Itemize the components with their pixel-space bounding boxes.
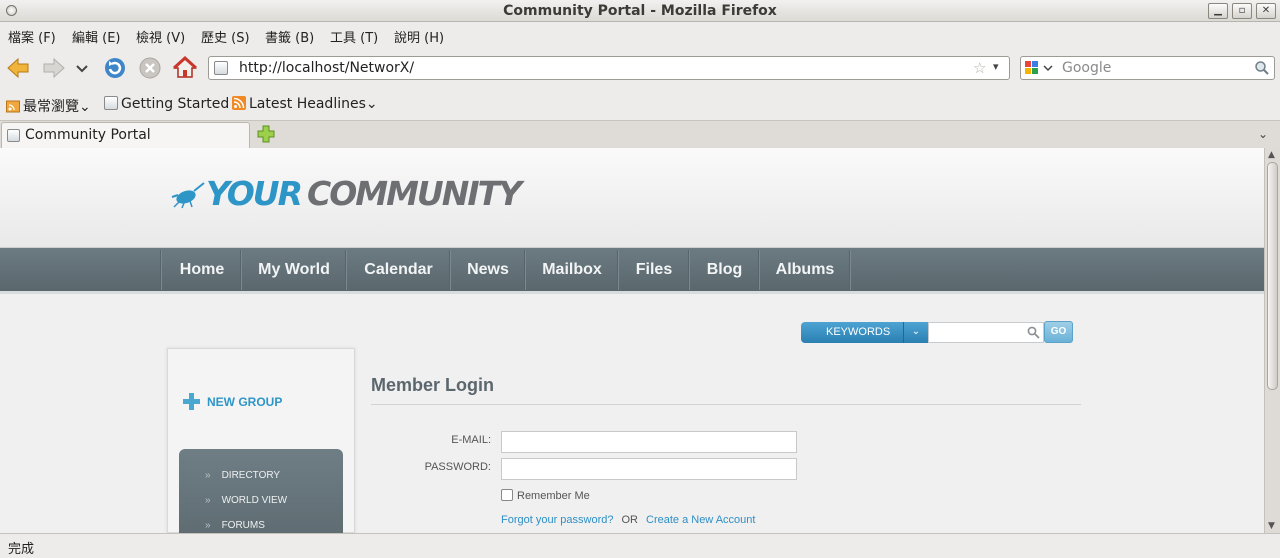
menu-view[interactable]: 檢視 (V) xyxy=(136,27,185,46)
nav-home[interactable]: Home xyxy=(162,248,242,291)
sidebar-item-forums[interactable]: » FORUMS xyxy=(205,520,265,531)
minimize-button[interactable]: ▁ xyxy=(1208,3,1228,19)
forgot-password-link[interactable]: Forgot your password? xyxy=(501,514,614,526)
page-icon xyxy=(7,129,20,142)
email-field[interactable] xyxy=(501,431,797,453)
tab-list-chevron-icon[interactable]: ⌄ xyxy=(1258,127,1268,141)
remember-me[interactable]: Remember Me xyxy=(501,489,590,502)
back-arrow-icon[interactable] xyxy=(4,54,32,82)
sidebar-item-world-view[interactable]: » WORLD VIEW xyxy=(205,495,287,506)
chevron-down-icon: ⌄ xyxy=(79,99,91,115)
search-icon xyxy=(1027,326,1040,339)
search-icon[interactable] xyxy=(1254,60,1270,76)
maximize-button[interactable]: ▫ xyxy=(1232,3,1252,19)
vertical-scrollbar[interactable]: ▲ ▼ xyxy=(1264,148,1280,533)
login-title: Member Login xyxy=(371,375,495,395)
address-bar[interactable]: http://localhost/NetworX/ ☆ ▾ xyxy=(208,56,1010,80)
menu-bar: 檔案 (F) 編輯 (E) 檢視 (V) 歷史 (S) 書籤 (B) 工具 (T… xyxy=(0,22,1280,48)
menu-bookmarks[interactable]: 書籤 (B) xyxy=(265,27,314,46)
sidebar-item-directory[interactable]: » DIRECTORY xyxy=(205,470,280,481)
stop-icon[interactable] xyxy=(136,54,164,82)
address-input[interactable]: http://localhost/NetworX/ xyxy=(239,60,414,76)
chevron-down-icon: ⌄ xyxy=(365,96,378,112)
site-logo[interactable]: YOUR COMMUNITY xyxy=(170,174,522,214)
page-icon xyxy=(104,96,118,110)
bookmark-latest-headlines[interactable]: Latest Headlines⌄ xyxy=(232,96,378,112)
login-links: Forgot your password? OR Create a New Acco… xyxy=(501,514,756,526)
nav-files[interactable]: Files xyxy=(619,248,689,291)
bookmark-most-visited[interactable]: 最常瀏覽⌄ xyxy=(6,96,91,116)
search-bar[interactable]: Google xyxy=(1020,56,1275,80)
password-field[interactable] xyxy=(501,458,797,480)
plus-icon xyxy=(183,393,200,410)
new-tab-plus-icon[interactable] xyxy=(257,125,275,143)
home-icon[interactable] xyxy=(171,54,199,82)
status-text: 完成 xyxy=(8,542,35,557)
nav-calendar[interactable]: Calendar xyxy=(347,248,450,291)
nav-mailbox[interactable]: Mailbox xyxy=(526,248,618,291)
menu-history[interactable]: 歷史 (S) xyxy=(201,27,250,46)
scroll-down-icon[interactable]: ▼ xyxy=(1268,521,1275,531)
reload-icon[interactable] xyxy=(101,54,129,82)
nav-albums[interactable]: Albums xyxy=(760,248,850,291)
google-engine-icon[interactable] xyxy=(1024,60,1058,76)
url-dropdown-icon[interactable]: ▾ xyxy=(993,60,999,73)
site-header: YOUR COMMUNITY xyxy=(0,148,1264,248)
forward-arrow-icon[interactable] xyxy=(40,54,68,82)
remember-me-checkbox[interactable] xyxy=(501,489,513,501)
email-label: E-MAIL: xyxy=(451,434,491,446)
nav-news[interactable]: News xyxy=(451,248,525,291)
menu-file[interactable]: 檔案 (F) xyxy=(8,27,56,46)
keyword-search-input[interactable] xyxy=(928,322,1044,343)
bookmark-getting-started[interactable]: Getting Started xyxy=(104,96,229,112)
divider xyxy=(371,404,1081,405)
history-dropdown-icon[interactable] xyxy=(72,54,92,82)
nav-divider xyxy=(849,250,851,290)
folder-rss-icon xyxy=(6,100,20,113)
status-bar: 完成 xyxy=(0,533,1280,558)
rss-feed-icon xyxy=(232,96,246,110)
bookmark-star-icon[interactable]: ☆ xyxy=(973,59,986,77)
go-button[interactable]: GO xyxy=(1044,321,1073,343)
create-account-link[interactable]: Create a New Account xyxy=(646,514,755,526)
chevron-down-icon: ⌄ xyxy=(903,322,928,343)
tab-community-portal[interactable]: Community Portal xyxy=(1,122,250,148)
password-label: PASSWORD: xyxy=(424,461,491,473)
main-navigation: Home My World Calendar News Mailbox File… xyxy=(0,248,1264,294)
new-group-link[interactable]: NEW GROUP xyxy=(183,393,282,410)
site-identity-icon[interactable] xyxy=(214,61,228,75)
nav-my-world[interactable]: My World xyxy=(242,248,346,291)
menu-help[interactable]: 說明 (H) xyxy=(394,27,444,46)
window-title: Community Portal - Mozilla Firefox xyxy=(503,3,777,19)
menu-tools[interactable]: 工具 (T) xyxy=(330,27,378,46)
bug-logo-icon xyxy=(171,181,205,208)
nav-blog[interactable]: Blog xyxy=(690,248,759,291)
menu-edit[interactable]: 編輯 (E) xyxy=(72,27,121,46)
close-button[interactable]: ✕ xyxy=(1256,3,1276,19)
search-input[interactable]: Google xyxy=(1062,60,1111,76)
scrollbar-thumb[interactable] xyxy=(1267,162,1278,390)
keywords-dropdown[interactable]: KEYWORDS ⌄ xyxy=(801,322,928,343)
window-titlebar: Community Portal - Mozilla Firefox ▁ ▫ ✕ xyxy=(0,0,1280,22)
scroll-up-icon[interactable]: ▲ xyxy=(1268,150,1275,160)
